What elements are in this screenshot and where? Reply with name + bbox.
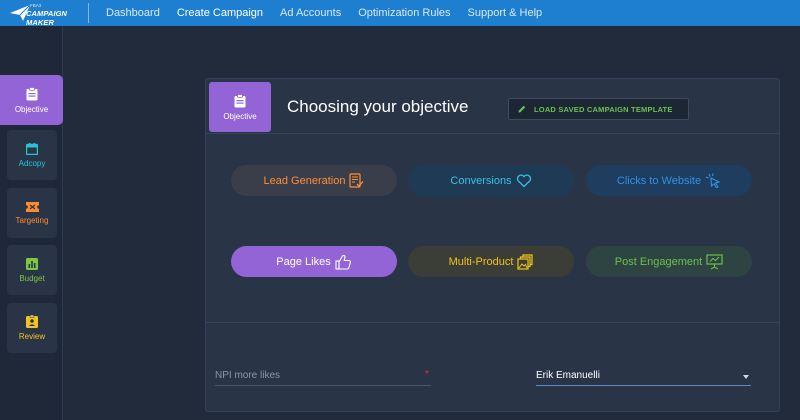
nav-support-help[interactable]: Support & Help [468, 7, 543, 19]
logo-small-text: FBA3 [30, 3, 42, 8]
thumbs-up-icon [335, 254, 351, 270]
nav-dashboard[interactable]: Dashboard [106, 7, 160, 19]
panel-header: Objective Choosing your objective LOAD S… [206, 79, 779, 134]
campaign-details-form: NPI more likes * Erik Emanuelli [206, 324, 779, 412]
sidebar-item-objective[interactable]: Objective [0, 75, 63, 125]
sidebar-item-label: Review [18, 332, 46, 341]
heart-icon [516, 174, 531, 187]
objective-conversions[interactable]: Conversions [408, 165, 574, 196]
top-navigation-bar: FBA3 CAMPAIGN MAKER Dashboard Create Cam… [0, 0, 800, 27]
objective-clicks-to-website[interactable]: Clicks to Website [586, 165, 752, 196]
form-checklist-icon [349, 173, 364, 188]
objective-panel: Objective Choosing your objective LOAD S… [205, 78, 780, 412]
objective-post-engagement[interactable]: Post Engagement [586, 246, 752, 277]
clipboard-icon [26, 86, 37, 100]
objective-label: Lead Generation [263, 174, 346, 187]
calendar-icon [26, 142, 38, 155]
owner-select[interactable]: Erik Emanuelli [536, 366, 751, 386]
objective-badge: Objective [209, 82, 271, 132]
sidebar-item-label: Targeting [15, 215, 49, 225]
objective-options: Lead Generation Conversions Clicks to We… [206, 135, 779, 323]
presentation-board-icon [706, 253, 723, 269]
nav-create-campaign[interactable]: Create Campaign [177, 7, 263, 19]
app-logo[interactable]: FBA3 CAMPAIGN MAKER [0, 0, 92, 27]
nav-ad-accounts[interactable]: Ad Accounts [280, 7, 341, 19]
load-saved-template-label: LOAD SAVED CAMPAIGN TEMPLATE [534, 104, 673, 114]
step-sidebar: Objective Adcopy Targeting Budget Review [0, 26, 63, 420]
owner-select-value: Erik Emanuelli [536, 370, 600, 381]
page-title: Choosing your objective [287, 97, 469, 116]
objective-badge-label: Objective [223, 111, 257, 121]
sidebar-item-review[interactable]: Review [7, 303, 57, 353]
objective-label: Multi-Product [448, 255, 514, 268]
objective-page-likes[interactable]: Page Likes [231, 246, 397, 277]
objective-label: Clicks to Website [616, 174, 702, 187]
caret-down-icon [743, 375, 749, 379]
bar-chart-icon [26, 257, 38, 270]
logo-divider [88, 3, 89, 23]
cursor-click-icon [705, 173, 721, 188]
main-nav: Dashboard Create Campaign Ad Accounts Op… [106, 7, 559, 19]
sidebar-item-budget[interactable]: Budget [7, 245, 57, 295]
sidebar-item-label: Adcopy [18, 158, 46, 168]
sidebar-item-targeting[interactable]: Targeting [7, 188, 57, 238]
objective-label: Page Likes [276, 255, 331, 268]
id-card-icon [26, 315, 38, 328]
required-marker: * [425, 369, 429, 380]
logo-text: CAMPAIGN MAKER [26, 9, 68, 27]
pencil-icon [518, 105, 526, 113]
sidebar-item-label: Budget [19, 273, 45, 283]
objective-label: Post Engagement [614, 255, 703, 268]
nav-optimization-rules[interactable]: Optimization Rules [358, 7, 450, 19]
load-saved-template-button[interactable]: LOAD SAVED CAMPAIGN TEMPLATE [508, 98, 689, 120]
clipboard-icon [234, 93, 246, 107]
sidebar-item-adcopy[interactable]: Adcopy [7, 130, 57, 180]
objective-label: Conversions [450, 174, 512, 187]
objective-lead-generation[interactable]: Lead Generation [231, 165, 397, 196]
stacked-images-icon [517, 253, 533, 270]
ticket-icon [25, 201, 39, 212]
campaign-name-input[interactable]: NPI more likes [215, 366, 431, 386]
sidebar-item-label: Objective [14, 104, 49, 114]
objective-multi-product[interactable]: Multi-Product [408, 246, 574, 277]
